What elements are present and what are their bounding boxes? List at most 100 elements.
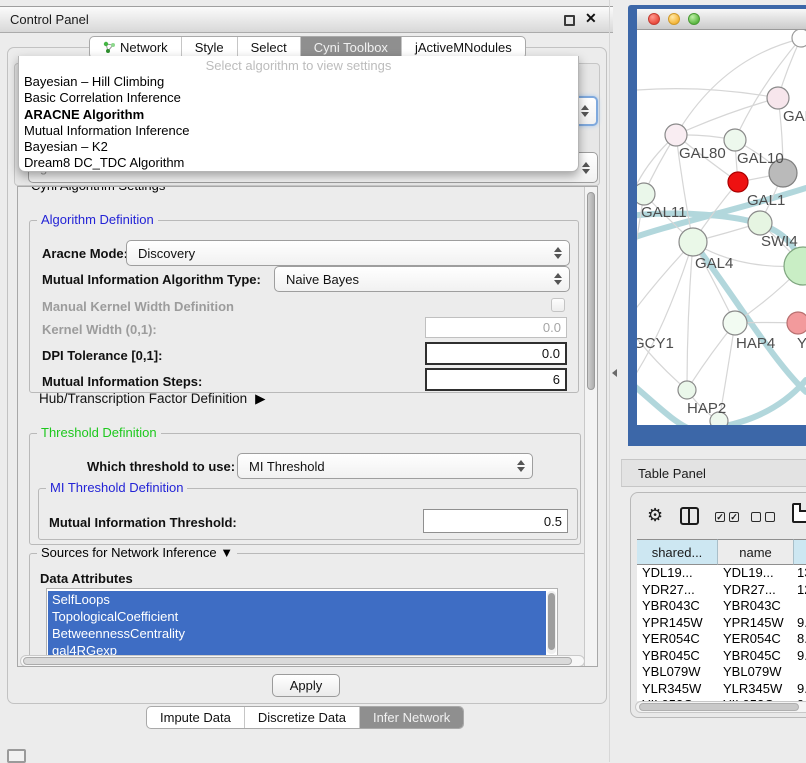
stepper-icon bbox=[554, 247, 562, 259]
tab-select[interactable]: Select bbox=[237, 37, 300, 58]
gear-icon[interactable]: ⚙ bbox=[647, 505, 663, 526]
float-panel-icon[interactable] bbox=[564, 15, 575, 26]
divider-collapse-icon[interactable] bbox=[612, 369, 617, 377]
attribute-item[interactable]: BetweennessCentrality bbox=[48, 625, 546, 642]
cyni-mode-tabs: Impute DataDiscretize DataInfer Network bbox=[146, 706, 464, 729]
table-row[interactable]: YLR345WYLR345W9. bbox=[637, 681, 806, 698]
network-view-window: GALGAL80GAL10GAL1GAL11SWI4GAL4GCY1HAP4YH… bbox=[628, 5, 806, 446]
manual-kernel-label: Manual Kernel Width Definition bbox=[42, 298, 234, 315]
attribute-item[interactable]: SelfLoops bbox=[48, 591, 546, 608]
tab-style[interactable]: Style bbox=[181, 37, 237, 58]
which-threshold-combo[interactable]: MI Threshold bbox=[237, 453, 533, 479]
aracne-mode-combo[interactable]: Discovery bbox=[126, 240, 570, 266]
scroll-thumb[interactable] bbox=[23, 657, 572, 665]
network-node[interactable] bbox=[679, 228, 707, 256]
dropdown-item[interactable]: Mutual Information Inference bbox=[19, 123, 578, 139]
settings-horizontal-scrollbar[interactable] bbox=[20, 655, 585, 667]
network-window-titlebar[interactable] bbox=[637, 9, 806, 30]
mi-threshold-group: MI Threshold Definition Mutual Informati… bbox=[38, 488, 578, 540]
network-tab-icon bbox=[103, 41, 116, 54]
deselect-all-icon[interactable] bbox=[765, 512, 775, 522]
tab-cyni-toolbox[interactable]: Cyni Toolbox bbox=[300, 37, 401, 58]
window-zoom-icon[interactable] bbox=[688, 13, 700, 25]
hub-section-toggle[interactable]: Hub/Transcription Factor Definition▶ bbox=[39, 391, 265, 407]
which-threshold-label: Which threshold to use: bbox=[87, 458, 235, 475]
stepper-icon bbox=[554, 273, 562, 285]
tab-label: Network bbox=[120, 40, 168, 55]
minimized-panel-icon[interactable] bbox=[7, 749, 26, 763]
network-node[interactable] bbox=[787, 312, 806, 334]
mi-steps-label: Mutual Information Steps: bbox=[42, 373, 202, 390]
table-cell: 13 bbox=[794, 565, 806, 582]
window-minimize-icon[interactable] bbox=[668, 13, 680, 25]
tab-network[interactable]: Network bbox=[90, 37, 181, 58]
table-row[interactable]: YER054CYER054C8. bbox=[637, 631, 806, 648]
table-horizontal-scrollbar[interactable] bbox=[635, 701, 806, 713]
mi-algorithm-combo[interactable]: Naive Bayes bbox=[274, 266, 570, 292]
mi-steps-field[interactable]: 6 bbox=[425, 368, 567, 391]
dropdown-items: Bayesian – Hill ClimbingBasic Correlatio… bbox=[19, 74, 578, 172]
network-node[interactable] bbox=[665, 124, 687, 146]
network-node[interactable] bbox=[784, 247, 806, 285]
scroll-thumb[interactable] bbox=[548, 593, 555, 650]
dpi-tolerance-field[interactable]: 0.0 bbox=[425, 342, 567, 365]
table-cell: YPR145W bbox=[718, 615, 794, 632]
scroll-thumb[interactable] bbox=[587, 192, 595, 390]
tab-label: Cyni Toolbox bbox=[314, 40, 388, 55]
panel-divider bbox=[609, 0, 610, 762]
table-row[interactable]: YBL079WYBL079W bbox=[637, 664, 806, 681]
network-canvas[interactable]: GALGAL80GAL10GAL1GAL11SWI4GAL4GCY1HAP4YH… bbox=[637, 30, 806, 425]
network-node[interactable] bbox=[767, 87, 789, 109]
tab-jactivemnodules[interactable]: jActiveMNodules bbox=[401, 37, 525, 58]
network-node[interactable] bbox=[748, 211, 772, 235]
tab-impute-data[interactable]: Impute Data bbox=[147, 707, 244, 728]
network-node[interactable] bbox=[728, 172, 748, 192]
sources-title[interactable]: Sources for Network Inference ▼ bbox=[37, 545, 237, 560]
network-node[interactable] bbox=[724, 129, 746, 151]
node-label: GAL11 bbox=[641, 204, 687, 221]
tab-discretize-data[interactable]: Discretize Data bbox=[244, 707, 359, 728]
settings-vertical-scrollbar[interactable] bbox=[584, 187, 597, 666]
dropdown-item[interactable]: Dream8 DC_TDC Algorithm bbox=[19, 155, 578, 171]
dropdown-item[interactable]: Bayesian – K2 bbox=[19, 139, 578, 155]
tab-infer-network[interactable]: Infer Network bbox=[359, 707, 463, 728]
node-label: GAL4 bbox=[695, 255, 733, 272]
dropdown-item[interactable]: Bayesian – Hill Climbing bbox=[19, 74, 578, 90]
table-row[interactable]: YBR045CYBR045C9. bbox=[637, 648, 806, 665]
mi-algorithm-value: Naive Bayes bbox=[286, 272, 359, 287]
attribute-item[interactable]: gal4RGexp bbox=[48, 642, 546, 656]
network-node[interactable] bbox=[723, 311, 747, 335]
split-view-icon[interactable] bbox=[680, 507, 699, 525]
kernel-width-field[interactable]: 0.0 bbox=[425, 317, 567, 338]
network-node[interactable] bbox=[678, 381, 696, 399]
list-vertical-scrollbar[interactable] bbox=[547, 591, 556, 654]
table-row[interactable]: YDR27...YDR27...12 bbox=[637, 582, 806, 599]
dropdown-item[interactable]: Basic Correlation Inference bbox=[19, 90, 578, 106]
table-cell bbox=[794, 664, 797, 681]
dpi-tolerance-label: DPI Tolerance [0,1]: bbox=[42, 347, 162, 364]
table-row[interactable]: YPR145WYPR145W9. bbox=[637, 615, 806, 632]
close-panel-icon[interactable]: ✕ bbox=[585, 10, 597, 27]
network-node[interactable] bbox=[792, 30, 806, 47]
network-node[interactable] bbox=[637, 183, 655, 205]
column-header-shared-name[interactable]: shared... bbox=[637, 539, 718, 565]
manual-kernel-checkbox[interactable] bbox=[551, 298, 565, 312]
apply-button[interactable]: Apply bbox=[272, 674, 340, 697]
thick-edges bbox=[637, 188, 806, 425]
column-header-partial[interactable] bbox=[794, 539, 806, 565]
node-label: SWI4 bbox=[761, 233, 798, 250]
column-header-name[interactable]: name bbox=[718, 539, 794, 565]
mi-threshold-field[interactable]: 0.5 bbox=[423, 509, 568, 533]
select-all-icon[interactable]: ✓ bbox=[715, 512, 725, 522]
new-column-icon[interactable] bbox=[792, 503, 806, 523]
node-label: GAL1 bbox=[747, 192, 785, 209]
table-row[interactable]: YBR043CYBR043C bbox=[637, 598, 806, 615]
table-row[interactable]: YDL19...YDL19...13 bbox=[637, 565, 806, 582]
data-attributes-list[interactable]: SelfLoopsTopologicalCoefficientBetweenne… bbox=[46, 588, 558, 656]
deselect-all-icon[interactable] bbox=[751, 512, 761, 522]
scroll-thumb[interactable] bbox=[639, 703, 799, 711]
dropdown-item[interactable]: ARACNE Algorithm bbox=[19, 107, 578, 123]
window-close-icon[interactable] bbox=[648, 13, 660, 25]
attribute-item[interactable]: TopologicalCoefficient bbox=[48, 608, 546, 625]
select-all-icon[interactable]: ✓ bbox=[729, 512, 739, 522]
